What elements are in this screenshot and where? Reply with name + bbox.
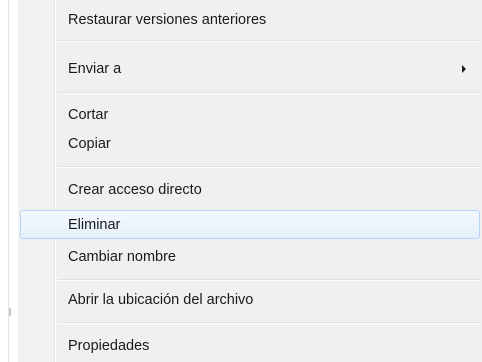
menu-item-label: Cambiar nombre bbox=[68, 249, 176, 265]
menu-item-label: Abrir la ubicación del archivo bbox=[68, 292, 254, 308]
menu-item-delete[interactable]: Eliminar bbox=[20, 210, 480, 239]
menu-item-label: Propiedades bbox=[68, 338, 150, 354]
menu-item-properties[interactable]: Propiedades bbox=[20, 332, 480, 360]
menu-item-label: Eliminar bbox=[68, 216, 121, 233]
menu-separator bbox=[58, 92, 480, 94]
menu-item-label: Enviar a bbox=[68, 61, 122, 77]
menu-item-label: Restaurar versiones anteriores bbox=[68, 12, 267, 28]
menu-item-copy[interactable]: Copiar bbox=[20, 130, 480, 158]
menu-separator bbox=[58, 166, 480, 168]
menu-item-cut[interactable]: Cortar bbox=[20, 101, 480, 129]
menu-separator bbox=[58, 279, 480, 281]
menu-item-restore-previous-versions[interactable]: Restaurar versiones anteriores bbox=[20, 6, 480, 34]
menu-item-send-to[interactable]: Enviar a bbox=[20, 55, 480, 83]
menu-item-open-file-location[interactable]: Abrir la ubicación del archivo bbox=[20, 286, 480, 314]
window-edge-marker bbox=[9, 308, 11, 316]
menu-item-rename[interactable]: Cambiar nombre bbox=[20, 243, 480, 271]
menu-item-label: Crear acceso directo bbox=[68, 182, 202, 198]
context-menu: Restaurar versiones anteriores Enviar a … bbox=[18, 0, 482, 362]
menu-item-label: Cortar bbox=[68, 107, 109, 123]
submenu-arrow-icon bbox=[462, 65, 466, 73]
menu-item-label: Copiar bbox=[68, 136, 111, 152]
menu-item-create-shortcut[interactable]: Crear acceso directo bbox=[20, 176, 480, 204]
menu-separator bbox=[58, 40, 480, 42]
background-window-edge bbox=[0, 0, 18, 362]
menu-separator bbox=[58, 322, 480, 324]
